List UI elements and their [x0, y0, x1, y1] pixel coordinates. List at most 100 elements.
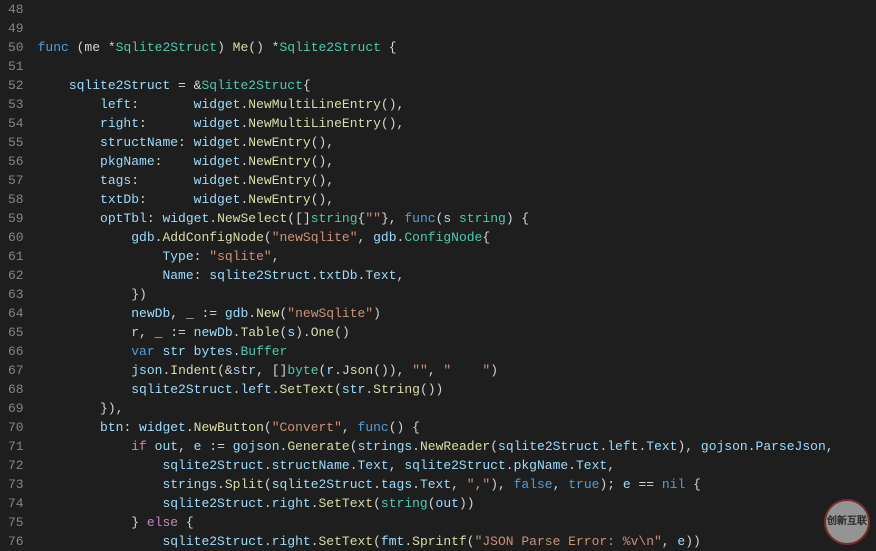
token: : [139, 116, 194, 131]
token: . [350, 458, 358, 473]
token: e [623, 477, 631, 492]
token: , [607, 458, 615, 473]
code-line[interactable]: tags: widget.NewEntry(), [38, 171, 876, 190]
watermark-logo: 创新互联 [824, 499, 870, 545]
token: , [553, 477, 569, 492]
token: widget [194, 97, 241, 112]
token: right [272, 496, 311, 511]
code-line[interactable]: if out, e := gojson.Generate(strings.New… [38, 437, 876, 456]
token: string [311, 211, 358, 226]
token: . [311, 496, 319, 511]
code-line[interactable]: btn: widget.NewButton("Convert", func() … [38, 418, 876, 437]
token: Me [233, 40, 249, 55]
token: = & [170, 78, 201, 93]
token: ( [490, 439, 498, 454]
token: Text [576, 458, 607, 473]
token: . [264, 496, 272, 511]
code-area[interactable]: func (me *Sqlite2Struct) Me() *Sqlite2St… [38, 0, 876, 551]
token: NewButton [194, 420, 264, 435]
code-line[interactable]: } else { [38, 513, 876, 532]
token: str [162, 344, 185, 359]
token: : [131, 173, 193, 188]
token: (), [311, 192, 334, 207]
token [186, 344, 194, 359]
line-number: 64 [8, 304, 24, 323]
token: gdb [373, 230, 396, 245]
token: func [358, 420, 389, 435]
code-line[interactable]: sqlite2Struct = &Sqlite2Struct{ [38, 76, 876, 95]
code-line[interactable]: r, _ := newDb.Table(s).One() [38, 323, 876, 342]
token: sqlite2Struct [162, 534, 263, 549]
token: . [748, 439, 756, 454]
code-line[interactable] [38, 57, 876, 76]
code-line[interactable]: var str bytes.Buffer [38, 342, 876, 361]
token: Indent [170, 363, 217, 378]
token: widget [194, 154, 241, 169]
token: NewMultiLineEntry [248, 97, 381, 112]
token: } [131, 515, 147, 530]
token: { [303, 78, 311, 93]
line-number: 57 [8, 171, 24, 190]
token: ConfigNode [404, 230, 482, 245]
token: sqlite2Struct [498, 439, 599, 454]
line-number: 62 [8, 266, 24, 285]
code-line[interactable]: right: widget.NewMultiLineEntry(), [38, 114, 876, 133]
line-number: 54 [8, 114, 24, 133]
line-number: 49 [8, 19, 24, 38]
token: (), [381, 116, 404, 131]
code-line[interactable]: }), [38, 399, 876, 418]
line-number: 56 [8, 152, 24, 171]
token: gojson [233, 439, 280, 454]
line-number: 58 [8, 190, 24, 209]
token: string [381, 496, 428, 511]
code-line[interactable]: txtDb: widget.NewEntry(), [38, 190, 876, 209]
code-line[interactable]: Name: sqlite2Struct.txtDb.Text, [38, 266, 876, 285]
token: . [568, 458, 576, 473]
code-line[interactable]: Type: "sqlite", [38, 247, 876, 266]
token: sqlite2Struct [162, 496, 263, 511]
token: NewSelect [217, 211, 287, 226]
line-number: 75 [8, 513, 24, 532]
token: . [334, 363, 342, 378]
code-editor[interactable]: 4849505152535455565758596061626364656667… [0, 0, 876, 551]
token: ) [490, 363, 498, 378]
token [147, 439, 155, 454]
code-line[interactable]: optTbl: widget.NewSelect([]string{""}, f… [38, 209, 876, 228]
token: Table [240, 325, 279, 340]
token: "," [467, 477, 490, 492]
code-line[interactable]: }) [38, 285, 876, 304]
token: bytes [194, 344, 233, 359]
token: : [139, 192, 194, 207]
token: SetText [319, 496, 374, 511]
token: NewEntry [248, 154, 310, 169]
code-line[interactable]: newDb, _ := gdb.New("newSqlite") [38, 304, 876, 323]
code-line[interactable]: json.Indent(&str, []byte(r.Json()), "", … [38, 361, 876, 380]
token: . [272, 382, 280, 397]
code-line[interactable]: func (me *Sqlite2Struct) Me() *Sqlite2St… [38, 38, 876, 57]
token: . [233, 344, 241, 359]
token: strings [358, 439, 413, 454]
token: gdb [225, 306, 248, 321]
code-line[interactable]: gdb.AddConfigNode("newSqlite", gdb.Confi… [38, 228, 876, 247]
code-line[interactable]: pkgName: widget.NewEntry(), [38, 152, 876, 171]
token: }) [131, 287, 147, 302]
code-line[interactable]: structName: widget.NewEntry(), [38, 133, 876, 152]
code-line[interactable]: sqlite2Struct.structName.Text, sqlite2St… [38, 456, 876, 475]
token: : [194, 268, 210, 283]
code-line[interactable]: strings.Split(sqlite2Struct.tags.Text, "… [38, 475, 876, 494]
token: "Convert" [272, 420, 342, 435]
token: else [147, 515, 178, 530]
token: , [428, 363, 444, 378]
token: Generate [287, 439, 349, 454]
token: gojson [701, 439, 748, 454]
code-line[interactable]: sqlite2Struct.right.SetText(fmt.Sprintf(… [38, 532, 876, 551]
code-line[interactable]: sqlite2Struct.right.SetText(string(out)) [38, 494, 876, 513]
token: newDb [194, 325, 233, 340]
token: var [131, 344, 154, 359]
token: out [155, 439, 178, 454]
code-line[interactable]: sqlite2Struct.left.SetText(str.String()) [38, 380, 876, 399]
token: ( [428, 496, 436, 511]
token: out [436, 496, 459, 511]
code-line[interactable]: left: widget.NewMultiLineEntry(), [38, 95, 876, 114]
token: )) [685, 534, 701, 549]
